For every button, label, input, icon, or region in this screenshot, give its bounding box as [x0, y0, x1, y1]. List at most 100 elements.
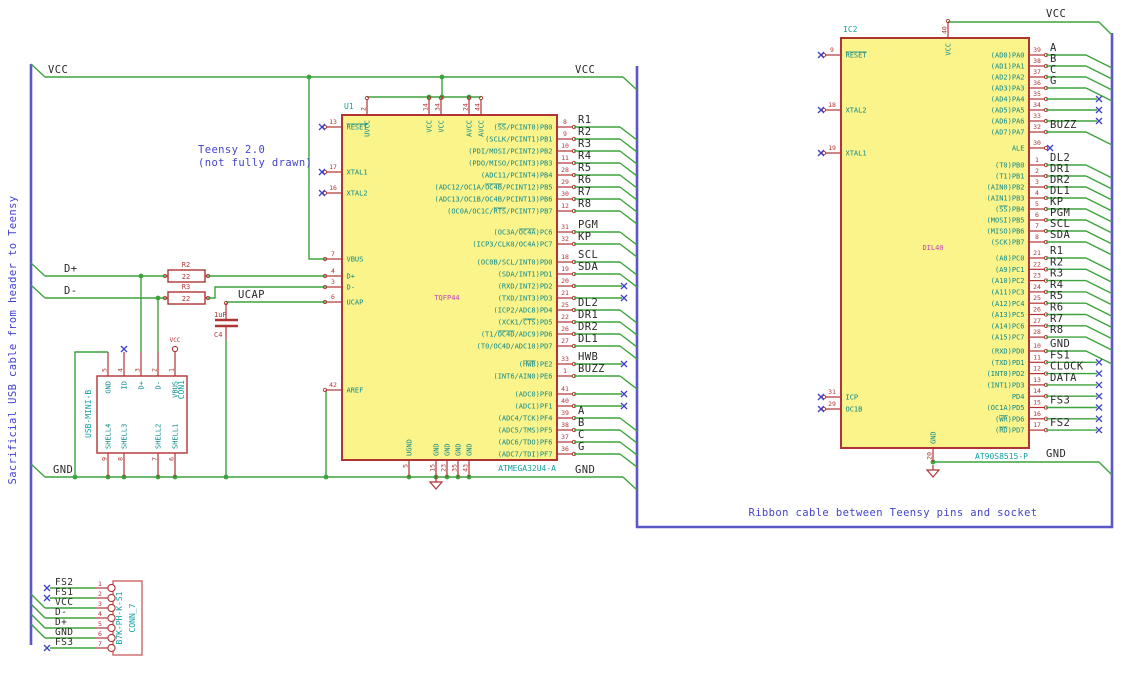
bus-entry — [619, 321, 638, 336]
pin-name: SHELL4 — [105, 424, 113, 449]
pin-name: (T1)PB1 — [995, 173, 1025, 181]
bus-entry — [1085, 279, 1113, 295]
pin-name: (T1/OC4D/ADC9)PD6 — [481, 331, 553, 339]
net-label: R7 — [578, 186, 591, 198]
pin-number: 8 — [117, 457, 125, 461]
pin-name: ALE — [1012, 145, 1025, 153]
pin-number: 12 — [561, 202, 569, 210]
pin-number: 3 — [98, 600, 102, 608]
bus-entry — [30, 463, 46, 478]
pin-name: (AD3)PA3 — [991, 85, 1025, 93]
pin-number: 7 — [331, 250, 335, 258]
pin-number: 2 — [1035, 167, 1039, 175]
pin-number: 31 — [561, 223, 569, 231]
net-label: G — [578, 441, 585, 453]
pin-number: 9 — [101, 457, 109, 461]
net-label: FS3 — [1050, 395, 1070, 407]
pin-name: VBUS — [172, 381, 180, 398]
junction-dot — [155, 295, 161, 301]
pin-name: VCC — [426, 120, 434, 133]
pin-name: (ADC0)PF0 — [515, 391, 553, 399]
pin-number: 7 — [151, 457, 159, 461]
pin-number: 9 — [563, 130, 567, 138]
pin-name: GND — [455, 443, 463, 456]
pin-name: (OC1A)PD5 — [987, 404, 1025, 412]
r3-value: 22 — [182, 295, 190, 303]
net-label: DATA — [1050, 372, 1077, 384]
net-label: R6 — [1050, 302, 1063, 314]
pin-number: 35 — [1033, 90, 1041, 98]
pin-name: ID — [121, 381, 129, 389]
pin-name: D+ — [347, 273, 355, 281]
pin-name: (MISO)PB6 — [987, 228, 1025, 236]
pin-number: 11 — [561, 154, 569, 162]
pin-name: (A15)PC7 — [991, 334, 1025, 342]
pin-name: GND — [930, 431, 938, 444]
r2-ref: R2 — [182, 261, 190, 269]
net-label: D+ — [64, 263, 77, 275]
pin-number: 3 — [134, 368, 142, 372]
pin-number: 43 — [462, 464, 470, 472]
bus-entry — [1085, 197, 1113, 212]
net-label: FS3 — [55, 637, 73, 648]
net-label: SDA — [578, 261, 598, 273]
net-label: DL2 — [578, 297, 598, 309]
pin-name: GND — [105, 381, 113, 394]
bus-entry — [619, 261, 638, 276]
pin-number: 38 — [561, 421, 569, 429]
pin-number: 25 — [1033, 294, 1041, 302]
pin-number: 5 — [101, 368, 109, 372]
pin-number: 2 — [360, 107, 368, 111]
bus-entry — [1085, 76, 1113, 91]
pin-name: (A9)PC1 — [995, 266, 1025, 274]
pin-name: (ADC12/OC1A/OC4B/PCINT12)PB5 — [434, 184, 552, 192]
bus-entry — [619, 186, 638, 201]
note-teensy: (not fully drawn) — [198, 157, 312, 169]
pin-name: (HWB)PE2 — [519, 361, 553, 369]
gnd-symbol — [428, 481, 444, 490]
pin-number: 2 — [98, 590, 102, 598]
pin-number: 10 — [561, 142, 569, 150]
pin-name: VCC — [945, 43, 953, 56]
bus-entry — [619, 210, 638, 225]
pin-number: 37 — [561, 433, 569, 441]
pin-name: XTAL1 — [846, 150, 867, 158]
note-teensy: Teensy 2.0 — [198, 144, 265, 156]
gnd-symbol — [925, 469, 941, 478]
pin-name: (XCK1/CTS)PD5 — [498, 319, 553, 327]
net-label: R5 — [578, 162, 591, 174]
bus-entry — [619, 126, 638, 141]
net-label: R8 — [578, 198, 591, 210]
net-label: UCAP — [238, 289, 265, 301]
net-label: A — [578, 405, 585, 417]
pin-number: 22 — [561, 313, 569, 321]
bus-entry — [619, 429, 638, 444]
net-label: SCL — [578, 249, 598, 261]
ic2-value: AT90S8515-P — [975, 452, 1028, 461]
pin-number: 17 — [1033, 421, 1041, 429]
vcc-symbol — [171, 345, 179, 353]
pin-number: 8 — [563, 118, 567, 126]
pin-number: 36 — [561, 445, 569, 453]
pin-number: 1 — [98, 580, 102, 588]
net-label: HWB — [578, 351, 598, 363]
pin-name: UCAP — [347, 299, 364, 307]
bus-entry — [1085, 65, 1113, 80]
bus-entry — [1085, 241, 1113, 256]
pin-number: 16 — [1033, 410, 1041, 418]
pin-number: 38 — [1033, 57, 1041, 65]
bus-entry — [622, 476, 638, 491]
bus-entry — [619, 198, 638, 213]
pin-number: 20 — [926, 452, 934, 460]
pin-name: (AD1)PA1 — [991, 63, 1025, 71]
pin-name: (WR)PD6 — [995, 415, 1025, 423]
pin-name: (PDI/MOSI/PCINT2)PB2 — [468, 148, 552, 156]
net-label: GND — [575, 464, 595, 476]
bus-entry — [1085, 313, 1113, 329]
pin-number: 32 — [561, 235, 569, 243]
ic2-ref: IC2 — [843, 25, 858, 34]
pin-name: (A12)PC4 — [991, 300, 1025, 308]
net-label: DR1 — [578, 309, 598, 321]
pin-number: 13 — [1033, 376, 1041, 384]
bus-entry — [1098, 21, 1113, 36]
